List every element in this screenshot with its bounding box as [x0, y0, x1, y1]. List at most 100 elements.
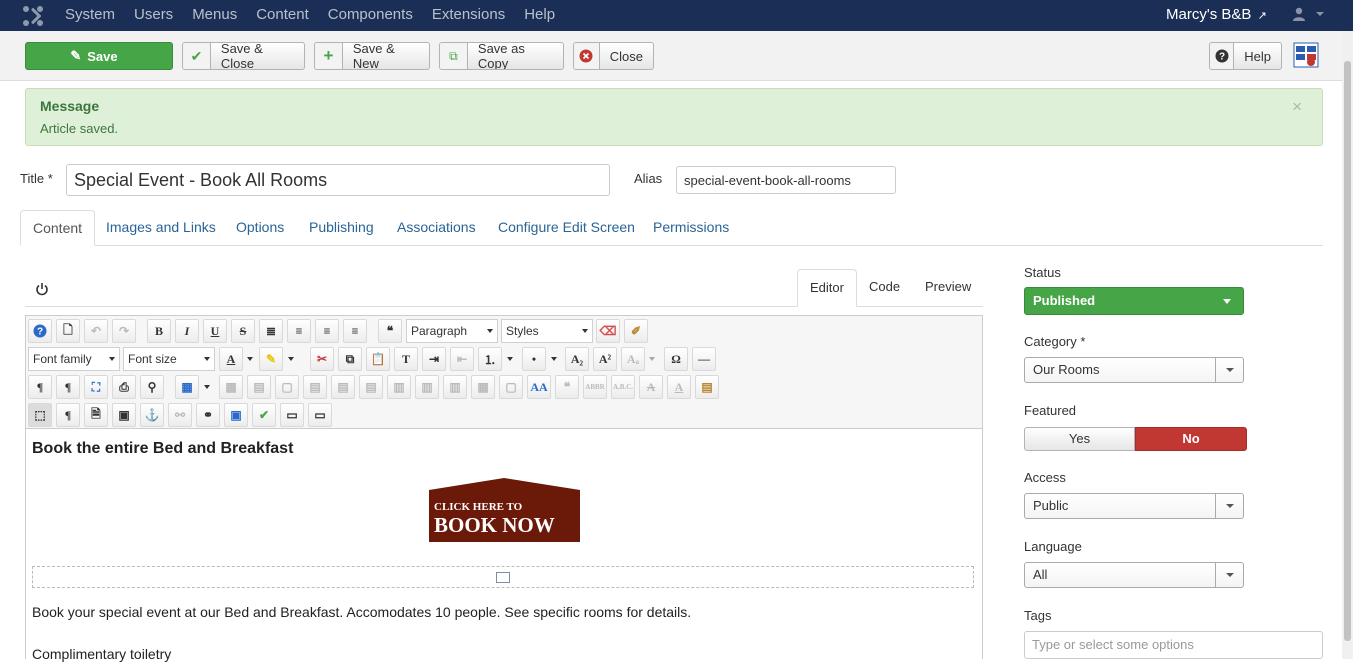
- indent-icon[interactable]: ⇥: [422, 347, 446, 371]
- insert-row-before-icon[interactable]: ▤: [303, 375, 327, 399]
- acronym-icon[interactable]: A.B.C.: [611, 375, 635, 399]
- menu-system[interactable]: System: [65, 0, 115, 31]
- user-icon[interactable]: [1292, 7, 1306, 21]
- delete-col-icon[interactable]: ▥: [443, 375, 467, 399]
- blockquote-icon[interactable]: ❝: [378, 319, 402, 343]
- category-select[interactable]: Our Rooms: [1024, 357, 1244, 383]
- delete-text-icon[interactable]: A: [639, 375, 663, 399]
- menu-users[interactable]: Users: [134, 0, 173, 31]
- spellcheck-icon[interactable]: ✔: [252, 403, 276, 427]
- show-invisibles-icon[interactable]: ¶: [56, 403, 80, 427]
- tab-permissions[interactable]: Permissions: [653, 210, 729, 246]
- horizontal-rule-icon[interactable]: —: [692, 347, 716, 371]
- align-justify-icon[interactable]: ≣: [259, 319, 283, 343]
- menu-menus[interactable]: Menus: [192, 0, 237, 31]
- highlight-dropdown-icon[interactable]: [284, 347, 298, 371]
- table-icon[interactable]: ▦: [175, 375, 199, 399]
- featured-yes-button[interactable]: Yes: [1024, 427, 1135, 451]
- merge-cells-icon[interactable]: ▢: [499, 375, 523, 399]
- underline-icon[interactable]: U: [203, 319, 227, 343]
- table-dropdown-icon[interactable]: [200, 375, 214, 399]
- book-now-banner-image[interactable]: CLICK HERE TO BOOK NOW: [429, 478, 580, 542]
- save-button[interactable]: ✎ Save: [25, 42, 173, 70]
- insert-col-before-icon[interactable]: ▥: [387, 375, 411, 399]
- styles-select[interactable]: Styles: [501, 319, 593, 343]
- undo-icon[interactable]: ↶: [84, 319, 108, 343]
- user-menu-caret-icon[interactable]: [1316, 12, 1324, 16]
- rtl-icon[interactable]: ¶: [56, 375, 80, 399]
- bullet-list-icon[interactable]: •: [522, 347, 546, 371]
- anchor-icon[interactable]: ⚓: [140, 403, 164, 427]
- case-change-dropdown-icon[interactable]: [645, 347, 659, 371]
- menu-help[interactable]: Help: [524, 0, 555, 31]
- tab-associations[interactable]: Associations: [397, 210, 476, 246]
- tab-images-links[interactable]: Images and Links: [106, 210, 216, 246]
- new-document-icon[interactable]: 🗋: [56, 319, 80, 343]
- outdent-icon[interactable]: ⇤: [450, 347, 474, 371]
- align-left-icon[interactable]: ≡: [315, 319, 339, 343]
- tab-publishing[interactable]: Publishing: [309, 210, 374, 246]
- format-select[interactable]: Paragraph: [406, 319, 498, 343]
- tab-options[interactable]: Options: [236, 210, 284, 246]
- numbered-list-dropdown-icon[interactable]: [503, 347, 517, 371]
- delete-row-icon[interactable]: ▤: [359, 375, 383, 399]
- text-color-dropdown-icon[interactable]: [243, 347, 257, 371]
- subscript-icon[interactable]: A₂: [565, 347, 589, 371]
- case-change-icon[interactable]: Aₐ: [621, 347, 645, 371]
- split-cells-icon[interactable]: ▦: [471, 375, 495, 399]
- access-select[interactable]: Public: [1024, 493, 1244, 519]
- tab-preview[interactable]: Preview: [925, 269, 971, 307]
- italic-icon[interactable]: I: [175, 319, 199, 343]
- quote-icon[interactable]: ❝: [555, 375, 579, 399]
- menu-content[interactable]: Content: [256, 0, 309, 31]
- insert-media-icon[interactable]: 🗎: [84, 403, 108, 427]
- find-replace-icon[interactable]: ⚲: [140, 375, 164, 399]
- font-styles-icon[interactable]: AA: [527, 375, 551, 399]
- unlink-icon[interactable]: ⚯: [168, 403, 192, 427]
- text-color-icon[interactable]: A: [219, 347, 243, 371]
- featured-no-button[interactable]: No: [1135, 427, 1247, 451]
- save-new-button[interactable]: + Save & New: [314, 42, 430, 70]
- copy-icon[interactable]: ⧉: [338, 347, 362, 371]
- insert-image-icon[interactable]: ▣: [224, 403, 248, 427]
- fullscreen-icon[interactable]: ⛶: [84, 375, 108, 399]
- numbered-list-icon[interactable]: ⒈: [478, 347, 502, 371]
- special-character-icon[interactable]: Ω: [664, 347, 688, 371]
- joomla-extension-icon[interactable]: [1293, 42, 1319, 68]
- help-button[interactable]: ? Help: [1209, 42, 1282, 70]
- superscript-icon[interactable]: A²: [593, 347, 617, 371]
- insert-row-after-icon[interactable]: ▤: [331, 375, 355, 399]
- font-family-select[interactable]: Font family: [28, 347, 120, 371]
- delete-table-icon[interactable]: ▦: [219, 375, 243, 399]
- save-as-copy-button[interactable]: ⧉ Save as Copy: [439, 42, 564, 70]
- font-size-select[interactable]: Font size: [123, 347, 215, 371]
- power-toggle-icon[interactable]: [35, 282, 49, 296]
- align-right-icon[interactable]: ≡: [343, 319, 367, 343]
- insert-col-after-icon[interactable]: ▥: [415, 375, 439, 399]
- tags-input[interactable]: Type or select some options: [1024, 631, 1323, 659]
- print-icon[interactable]: ⎙: [112, 375, 136, 399]
- close-message-icon[interactable]: ×: [1292, 97, 1302, 117]
- abbr-icon[interactable]: ABBR: [583, 375, 607, 399]
- tab-content[interactable]: Content: [20, 210, 96, 246]
- scrollbar-thumb[interactable]: [1344, 61, 1351, 641]
- language-select[interactable]: All: [1024, 562, 1244, 588]
- redo-icon[interactable]: ↷: [112, 319, 136, 343]
- ltr-icon[interactable]: ¶: [28, 375, 52, 399]
- tab-code[interactable]: Code: [869, 269, 900, 307]
- close-button[interactable]: Close: [573, 42, 654, 70]
- editor-content[interactable]: Book the entire Bed and Breakfast CLICK …: [26, 430, 982, 662]
- status-select[interactable]: Published: [1024, 287, 1244, 315]
- tab-editor[interactable]: Editor: [797, 269, 857, 307]
- page-scrollbar[interactable]: [1342, 31, 1353, 659]
- readmore-icon[interactable]: ▭: [308, 403, 332, 427]
- save-close-button[interactable]: ✔ Save & Close: [182, 42, 305, 70]
- menu-extensions[interactable]: Extensions: [432, 0, 505, 31]
- title-input[interactable]: Special Event - Book All Rooms: [66, 164, 610, 196]
- highlight-color-icon[interactable]: ✎: [259, 347, 283, 371]
- cell-props-icon[interactable]: ▢: [275, 375, 299, 399]
- help-icon[interactable]: ?: [28, 319, 52, 343]
- bullet-list-dropdown-icon[interactable]: [547, 347, 561, 371]
- link-icon[interactable]: ⚭: [196, 403, 220, 427]
- insert-text-icon[interactable]: A: [667, 375, 691, 399]
